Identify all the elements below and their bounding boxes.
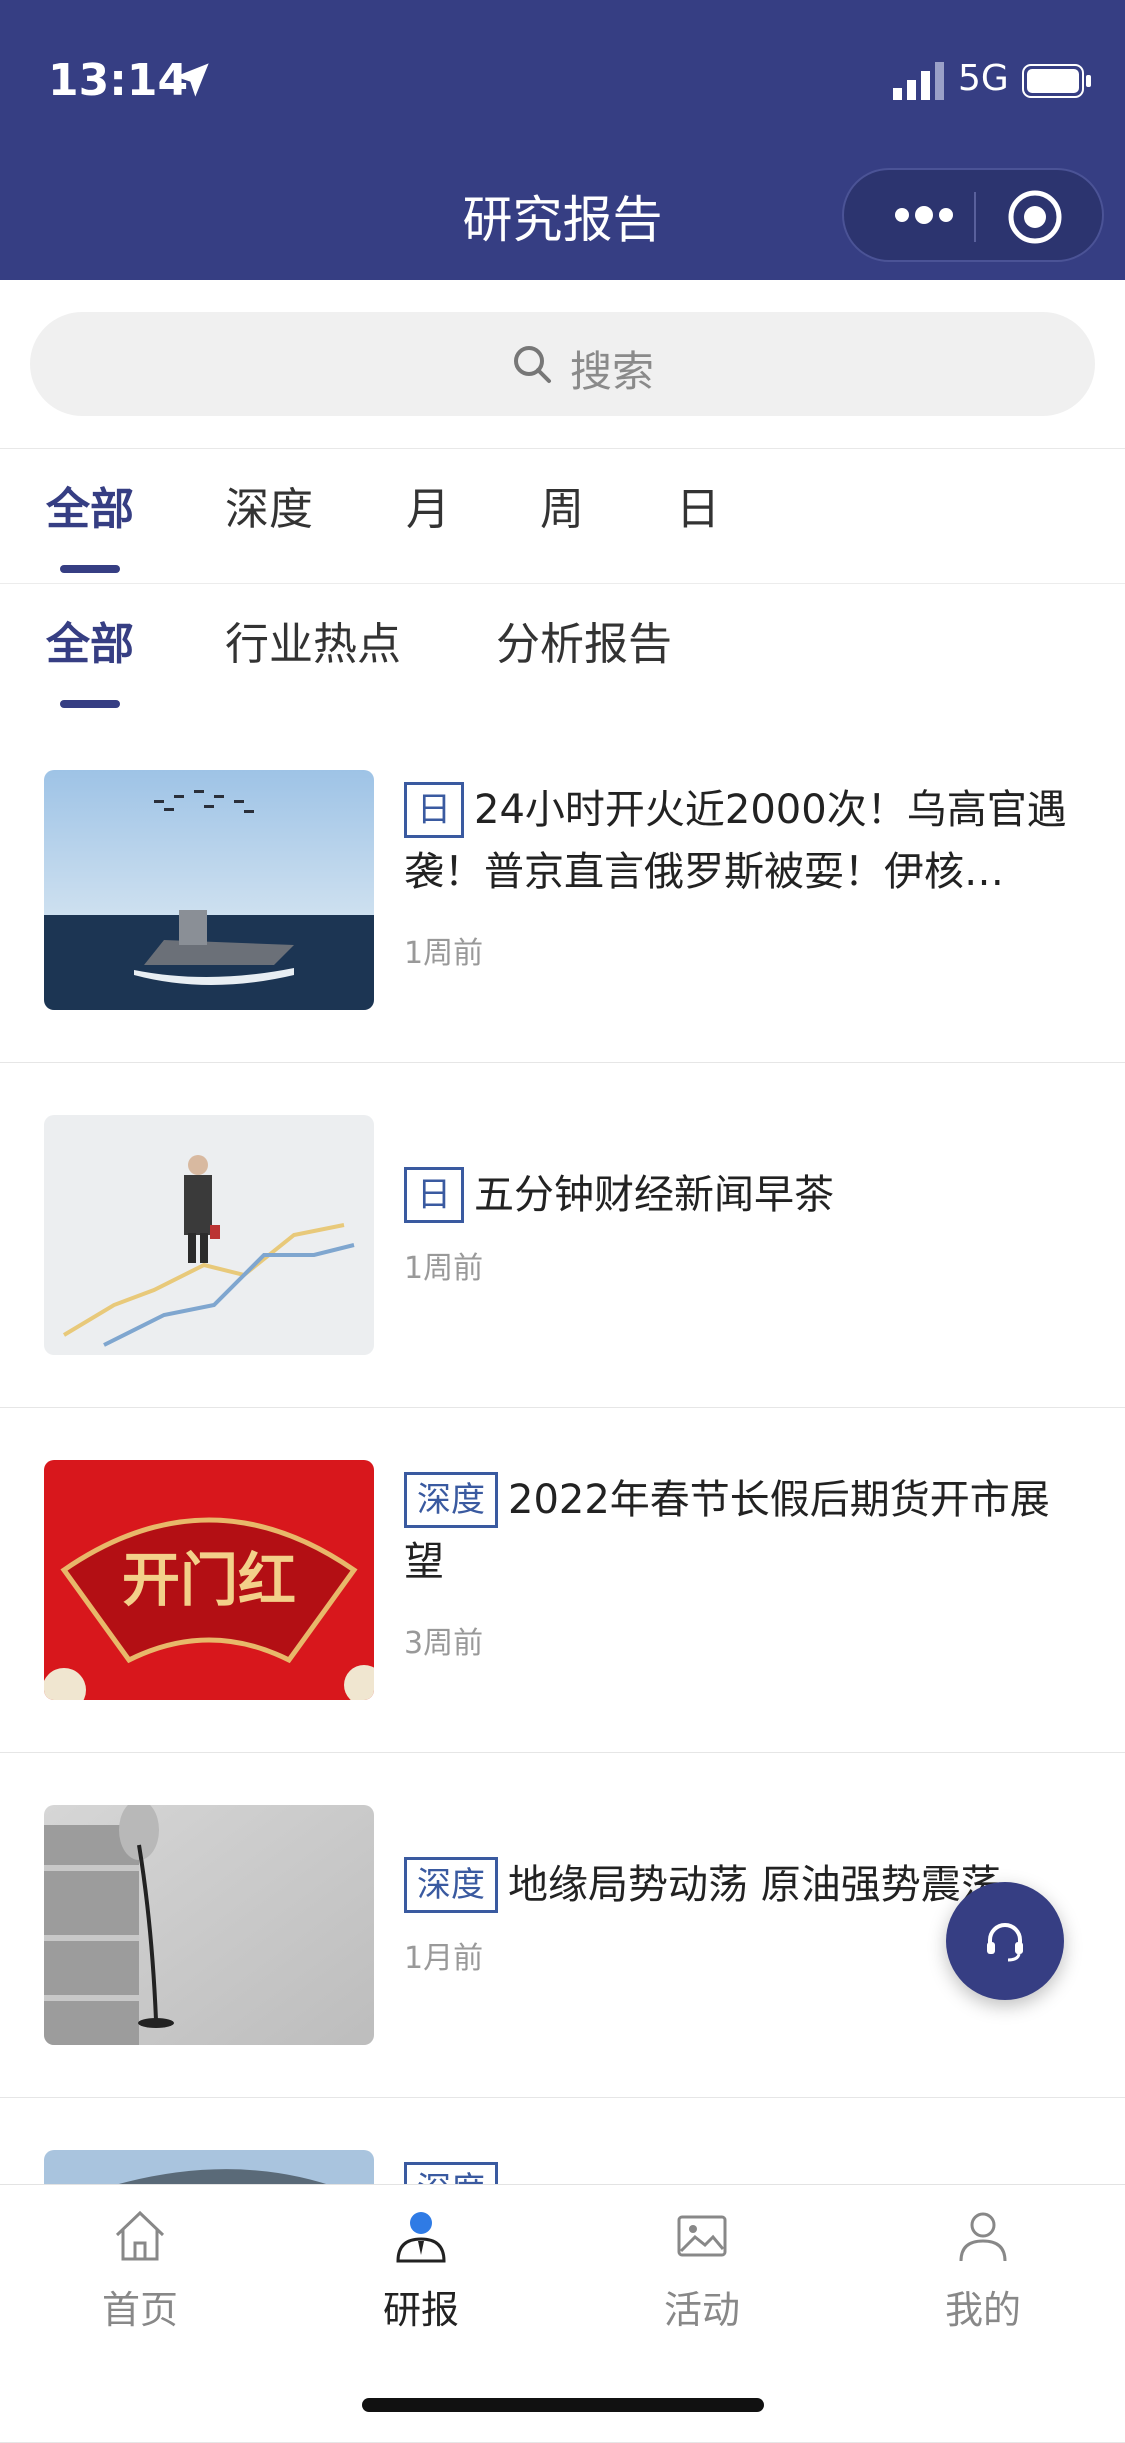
red-opening-text: 开门红: [122, 1546, 296, 1614]
tabbar-mine[interactable]: 我的: [893, 2205, 1073, 2334]
home-indicator: [362, 2398, 764, 2412]
item-tag: 日: [404, 782, 464, 838]
headset-icon: [987, 1923, 1023, 1962]
tab-month[interactable]: 月: [406, 473, 450, 537]
search-icon: [514, 346, 551, 383]
item-tag: 日: [404, 1167, 464, 1223]
signal-icon: [893, 62, 944, 100]
item-title: 日 24小时开火近2000次！乌高官遇袭！普京直言俄罗斯被耍！伊核…: [404, 778, 1084, 902]
type-tabs: 全部 行业热点 分析报告: [0, 584, 1125, 718]
close-target-icon[interactable]: [1006, 188, 1064, 246]
research-person-icon: [396, 2212, 446, 2263]
status-time: 13:14: [48, 55, 189, 106]
item-title-text: 地缘局势动荡 原油强势震荡: [508, 1862, 1001, 1908]
item-time: 1月前: [404, 1941, 484, 1976]
list-item[interactable]: 日 24小时开火近2000次！乌高官遇袭！普京直言俄罗斯被耍！伊核… 1周前: [0, 718, 1125, 1063]
tabbar-activity-label: 活动: [663, 2288, 740, 2332]
user-icon: [959, 2212, 1007, 2262]
thumbnail-aircraft-carrier: [44, 770, 374, 1010]
tabbar-mine-label: 我的: [944, 2288, 1021, 2332]
tabbar-home-label: 首页: [101, 2288, 178, 2332]
active-type-indicator: [60, 700, 120, 708]
battery-icon: [1022, 64, 1091, 98]
miniapp-capsule: [842, 168, 1104, 262]
customer-service-button[interactable]: [946, 1882, 1064, 2000]
list-item[interactable]: 开门红 深度 2022年春节长假后期货开市展望 3周前: [0, 1408, 1125, 1753]
search-input[interactable]: 搜索: [30, 312, 1095, 416]
tab-all[interactable]: 全部: [46, 473, 134, 537]
search-section: 搜索: [0, 282, 1125, 449]
tabbar-research-label: 研报: [382, 2288, 459, 2332]
item-title: 日五分钟财经新闻早茶: [404, 1163, 1084, 1225]
item-time: 1周前: [404, 936, 484, 971]
item-title-text: 五分钟财经新闻早茶: [474, 1172, 834, 1218]
item-time: 3周前: [404, 1626, 484, 1661]
thumbnail-oil-barrels: [44, 1805, 374, 2045]
item-title: 深度 2022年春节长假后期货开市展望: [404, 1468, 1084, 1592]
image-icon: [677, 2215, 727, 2257]
tab-week[interactable]: 周: [540, 473, 584, 537]
tabbar-research[interactable]: 研报: [331, 2205, 511, 2334]
thumbnail-businessman-chart: [44, 1115, 374, 1355]
item-tag: 深度: [404, 1857, 498, 1913]
tabbar-home[interactable]: 首页: [50, 2205, 230, 2334]
capsule-divider: [974, 192, 976, 242]
more-icon[interactable]: [884, 190, 964, 240]
tab-depth[interactable]: 深度: [225, 473, 313, 537]
item-title-text: 24小时开火近2000次！乌高官遇袭！普京直言俄罗斯被耍！伊核…: [404, 787, 1067, 895]
network-label: 5G: [958, 58, 1009, 99]
tab-analysis-report[interactable]: 分析报告: [496, 608, 672, 672]
item-time: 1周前: [404, 1251, 484, 1286]
category-tabs: 全部 深度 月 周 日: [0, 449, 1125, 584]
list-item[interactable]: 日五分钟财经新闻早茶 1周前: [0, 1063, 1125, 1408]
item-tag: 深度: [404, 1472, 498, 1528]
tab-industry-hotspot[interactable]: 行业热点: [225, 608, 401, 672]
location-arrow-icon: [175, 63, 209, 97]
home-icon: [115, 2210, 165, 2261]
tabbar-activity[interactable]: 活动: [612, 2205, 792, 2334]
app-header: 13:14 5G 研究报告: [0, 0, 1125, 280]
active-tab-indicator: [60, 565, 120, 573]
search-placeholder: 搜索: [570, 347, 655, 396]
tab-day[interactable]: 日: [676, 473, 720, 537]
item-title-text: 2022年春节长假后期货开市展望: [404, 1477, 1050, 1585]
thumbnail-red-opening: 开门红: [44, 1460, 374, 1700]
tab-type-all[interactable]: 全部: [46, 608, 134, 672]
